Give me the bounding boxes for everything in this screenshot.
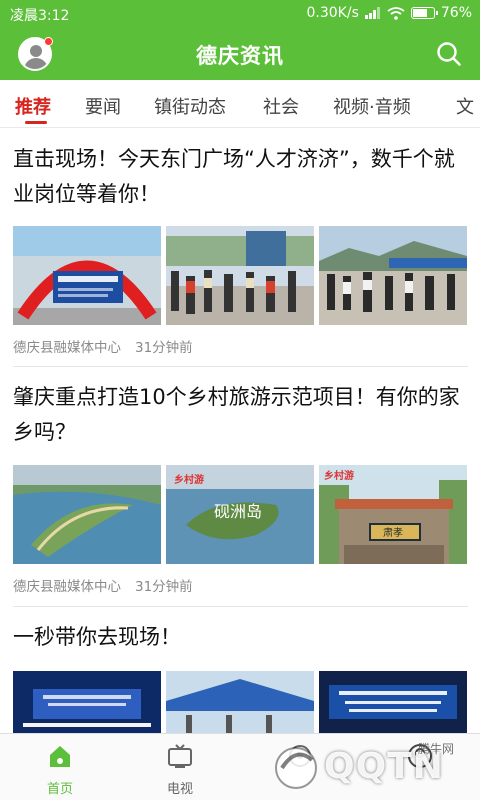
news-meta: 德庆县融媒体中心 31分钟前: [13, 336, 193, 356]
battery-percent: 76%: [440, 5, 472, 21]
news-time: 31分钟前: [135, 579, 193, 595]
news-item[interactable]: 直击现场！今天东门广场“人才济济”，数千个就业岗位等着你！ 德庆县融媒体中心 3…: [0, 128, 480, 368]
app-header: 德庆资讯: [0, 28, 480, 80]
nav-home[interactable]: 首页: [0, 734, 120, 800]
watermark-logo-icon: [275, 747, 317, 789]
active-tab-indicator: [25, 121, 47, 124]
svg-text:乡村游: 乡村游: [174, 473, 204, 486]
news-image: [13, 465, 161, 564]
network-speed: 0.30K/s: [306, 5, 359, 21]
divider: [13, 366, 468, 367]
svg-text:乡村游: 乡村游: [324, 469, 354, 482]
tab-culture[interactable]: 文: [456, 93, 474, 119]
news-title: 一秒带你去现场！: [13, 625, 181, 649]
category-tabs: 推荐 要闻 镇街动态 社会 视频·音频 文: [0, 80, 480, 128]
news-images: [13, 226, 468, 325]
home-icon: [50, 746, 70, 767]
tab-society[interactable]: 社会: [263, 93, 299, 119]
status-right: 0.30K/s 76%: [307, 5, 473, 21]
tv-icon: [168, 744, 192, 768]
news-item[interactable]: 一秒带你去现场！: [0, 608, 480, 733]
news-images: 乡村游 砚洲岛 肃孝 乡村游: [13, 465, 468, 564]
wifi-icon: [387, 6, 405, 20]
news-image: [166, 226, 314, 325]
divider: [13, 606, 468, 607]
battery-icon: [410, 7, 438, 19]
app-title: 德庆资讯: [196, 44, 284, 68]
tab-town-news[interactable]: 镇街动态: [154, 93, 226, 119]
watermark-small: 腾牛网: [418, 742, 455, 756]
news-item[interactable]: 肇庆重点打造10个乡村旅游示范项目！有你的家乡吗？ 乡村游 砚洲岛 肃孝 乡村游…: [0, 368, 480, 608]
nav-tv-label: 电视: [166, 782, 193, 797]
news-image: [319, 671, 467, 733]
nav-home-label: 首页: [46, 782, 73, 797]
news-image: [166, 671, 314, 733]
news-title: 肇庆重点打造10个乡村旅游示范项目！有你的家乡吗？: [13, 385, 460, 444]
news-time: 31分钟前: [135, 340, 193, 356]
watermark: QQTN 腾牛网: [268, 738, 474, 798]
search-icon[interactable]: [436, 41, 462, 67]
status-time: 凌晨3:12: [10, 8, 70, 24]
tab-video-audio[interactable]: 视频·音频: [333, 93, 411, 119]
news-title: 直击现场！今天东门广场“人才济济”，数千个就业岗位等着你！: [13, 147, 455, 206]
news-image: [13, 671, 161, 733]
tab-headlines[interactable]: 要闻: [85, 93, 121, 119]
news-images: [13, 671, 468, 733]
signal-icon: [364, 7, 380, 19]
nav-tv[interactable]: 电视: [120, 734, 240, 800]
image-caption: 肃孝: [383, 527, 403, 539]
news-source: 德庆县融媒体中心: [13, 340, 121, 356]
news-image: [319, 226, 467, 325]
news-image: [13, 226, 161, 325]
status-bar: 凌晨3:12 0.30K/s 76%: [0, 0, 480, 28]
news-source: 德庆县融媒体中心: [13, 579, 121, 595]
news-image: 肃孝 乡村游: [319, 465, 467, 564]
tab-recommend[interactable]: 推荐: [15, 93, 51, 119]
news-meta: 德庆县融媒体中心 31分钟前: [13, 575, 193, 595]
image-caption: 砚洲岛: [214, 502, 262, 521]
news-image: 乡村游 砚洲岛: [166, 465, 314, 564]
